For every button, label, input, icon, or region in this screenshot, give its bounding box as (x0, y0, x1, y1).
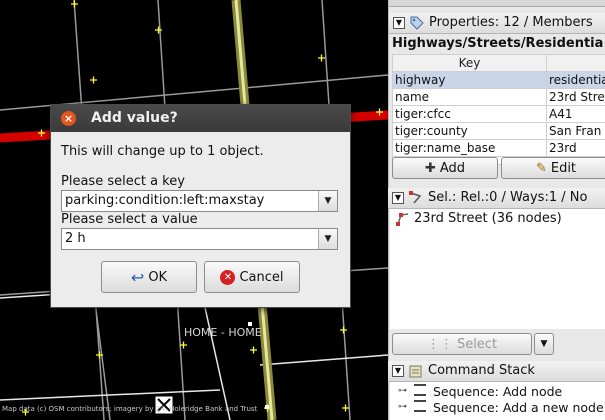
list-item[interactable]: Sequence: Add node (433, 384, 562, 399)
command-stack-title: Command Stack (428, 363, 535, 378)
properties-panel-title: Properties: 12 / Members (429, 15, 593, 30)
add-tag-button[interactable]: ✚ Add (392, 157, 498, 179)
select-button[interactable]: ⋮⋮ Select (392, 333, 532, 355)
tag-key[interactable]: name (392, 88, 547, 106)
tags-table: Key highway residentia name 23rd Stre tige… (392, 54, 605, 165)
key-label: Please select a key (61, 174, 185, 189)
ok-arrow-icon: ↩ (130, 267, 145, 287)
table-row[interactable]: tiger:cfcc A41 (392, 105, 605, 123)
value-label: Please select a value (61, 212, 198, 227)
select-dropdown-button[interactable]: ▼ (534, 333, 554, 355)
ok-button[interactable]: ↩ OK (101, 261, 197, 293)
edit-icon: ✎ (535, 160, 547, 176)
tag-key[interactable]: tiger:name_base (392, 139, 547, 157)
tree-toggle-icon[interactable]: ⊶ (398, 386, 407, 396)
tag-key[interactable]: tiger:cfcc (392, 105, 547, 123)
selection-panel-header[interactable]: ▼ Sel.: Rel.:0 / Ways:1 / No (388, 188, 605, 209)
selection-icon (409, 191, 422, 204)
add-button-label: Add (439, 160, 466, 176)
value-combobox[interactable]: 2 h ▼ (61, 228, 338, 250)
dialog-title: Add value? (91, 110, 178, 126)
tag-value[interactable]: residentia (546, 71, 605, 89)
tag-value[interactable]: 23rd (546, 139, 605, 157)
command-stack-icon (409, 365, 422, 378)
tag-key[interactable]: highway (392, 71, 547, 89)
chevron-down-icon[interactable]: ▼ (318, 229, 337, 249)
properties-panel-header[interactable]: ▼ Properties: 12 / Members (389, 13, 605, 34)
toolbar-strip (389, 0, 605, 7)
tag-key[interactable]: tiger:county (392, 122, 547, 140)
key-combobox-value[interactable]: parking:condition:left:maxstay (65, 193, 264, 208)
tag-value[interactable]: 23rd Stre (546, 88, 605, 106)
dialog-message: This will change up to 1 object. (61, 144, 264, 159)
list-item[interactable]: 23rd Street (36 nodes) (414, 211, 562, 226)
list-item[interactable]: Sequence: Add a new node (433, 400, 604, 415)
selection-list (390, 209, 605, 329)
tag-value[interactable]: A41 (546, 105, 605, 123)
collapse-toggle-icon[interactable]: ▼ (393, 17, 405, 29)
table-row[interactable]: highway residentia (392, 71, 605, 89)
key-combobox[interactable]: parking:condition:left:maxstay ▼ (61, 190, 338, 212)
cancel-icon: ✕ (220, 269, 236, 285)
plus-icon: ✚ (424, 160, 436, 176)
way-icon (396, 213, 409, 226)
add-value-dialog: × Add value? This will change up to 1 ob… (50, 104, 351, 308)
close-icon[interactable]: × (61, 111, 76, 126)
map-place-label: HOME - HOME (184, 326, 262, 339)
ok-button-label: OK (148, 269, 168, 285)
select-button-label: Select (456, 336, 498, 352)
dialog-titlebar[interactable]: × Add value? (51, 105, 350, 132)
chevron-down-icon: ▼ (540, 339, 548, 349)
map-attribution: Map data (c) OSM contributors; imagery b… (2, 405, 258, 413)
command-stack-header[interactable]: ▼ Command Stack (388, 361, 605, 382)
edit-tag-button[interactable]: ✎ Edit (501, 157, 605, 179)
tag-icon (410, 16, 424, 30)
chevron-down-icon[interactable]: ▼ (318, 191, 337, 211)
value-combobox-value[interactable]: 2 h (65, 231, 86, 246)
sequence-icon (414, 400, 426, 412)
key-column-header[interactable]: Key (392, 54, 547, 72)
selection-panel-title: Sel.: Rel.:0 / Ways:1 / No (428, 190, 588, 205)
tree-toggle-icon[interactable]: ⊶ (398, 402, 407, 412)
table-row[interactable]: tiger:name_base 23rd (392, 139, 605, 157)
table-row[interactable]: name 23rd Stre (392, 88, 605, 106)
select-icon: ⋮⋮ (426, 336, 453, 352)
cancel-button[interactable]: ✕ Cancel (204, 261, 300, 293)
cancel-button-label: Cancel (239, 269, 284, 285)
sequence-icon (414, 384, 426, 396)
collapse-toggle-icon[interactable]: ▼ (392, 365, 404, 377)
value-column-header[interactable] (546, 54, 605, 72)
tag-value[interactable]: San Fran (546, 122, 605, 140)
preset-title: Highways/Streets/Residentia (392, 36, 604, 51)
collapse-toggle-icon[interactable]: ▼ (392, 192, 404, 204)
edit-button-label: Edit (550, 160, 577, 176)
table-row[interactable]: tiger:county San Fran (392, 122, 605, 140)
